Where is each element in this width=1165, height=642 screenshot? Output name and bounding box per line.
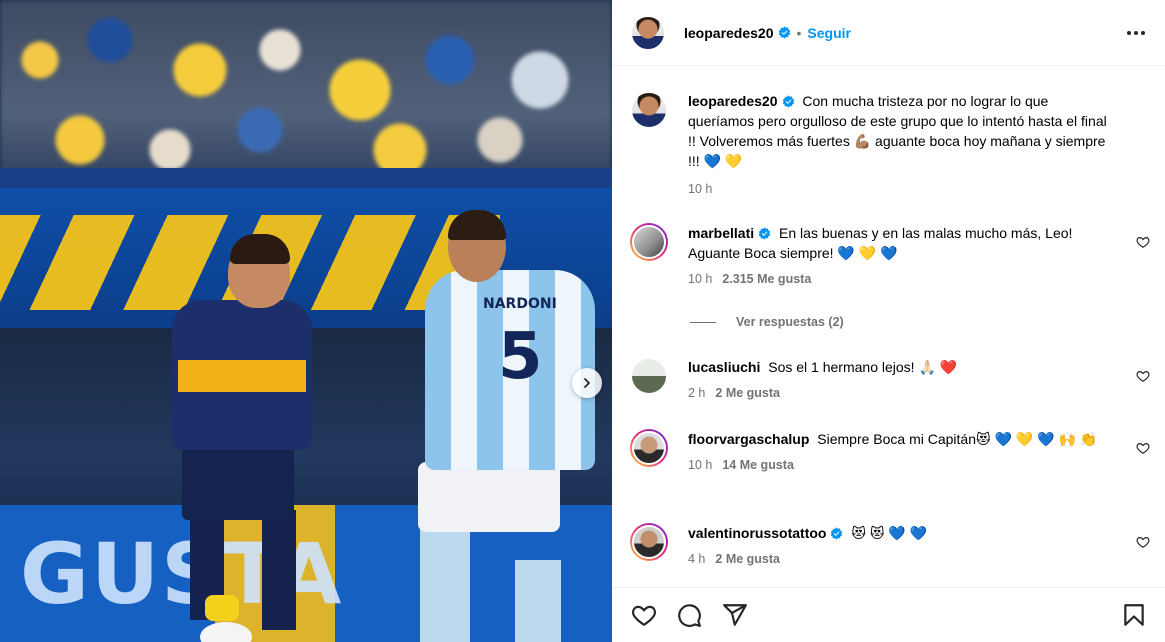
comment-row: lucasliuchi Sos el 1 hermano lejos! 🙏🏻 ❤… [630, 357, 1150, 403]
player2-number: 5 [498, 320, 543, 394]
heart-icon[interactable] [1136, 535, 1150, 549]
comment-likes[interactable]: 2 Me gusta [715, 552, 780, 566]
caption-time: 10 h [688, 182, 713, 196]
author-avatar[interactable] [630, 14, 666, 51]
separator-dot: • [796, 24, 802, 41]
comment-content: marbellati En las buenas y en las malas … [688, 223, 1118, 289]
player1-leg [262, 510, 296, 630]
commenter-avatar[interactable] [630, 523, 668, 561]
commenter-avatar[interactable] [630, 429, 668, 467]
more-options-icon [1127, 31, 1145, 35]
comment-row: floorvargaschalup Siempre Boca mi Capitá… [630, 429, 1150, 475]
comment-meta: 10 h 2.315 Me gusta [688, 269, 1118, 289]
comment-text: 😻 😻 💙 💙 [851, 525, 928, 541]
comment-likes[interactable]: 14 Me gusta [722, 458, 794, 472]
comment-row: marbellati En las buenas y en las malas … [630, 223, 1150, 289]
heart-icon[interactable] [1136, 441, 1150, 455]
comment-time: 10 h [688, 458, 713, 472]
player1-boot [205, 595, 239, 621]
post-header: leoparedes20 • Seguir [612, 0, 1165, 66]
heart-icon[interactable] [1136, 369, 1150, 383]
player1-shorts [182, 440, 294, 520]
next-photo-button[interactable] [572, 368, 602, 398]
caption-content: leoparedes20 Con mucha tristeza por no l… [688, 91, 1118, 199]
verified-badge-icon [782, 95, 794, 108]
stadium-rail [0, 168, 612, 188]
comment-meta: 2 h 2 Me gusta [688, 383, 1118, 403]
verified-badge-icon [758, 227, 771, 240]
commenter-avatar[interactable] [630, 223, 668, 261]
comment-content: floorvargaschalup Siempre Boca mi Capitá… [688, 429, 1118, 475]
comment-username[interactable]: marbellati [688, 225, 754, 241]
comment-meta: 4 h 2 Me gusta [688, 549, 1118, 569]
comment-likes[interactable]: 2 Me gusta [715, 386, 780, 400]
comment-icon[interactable] [676, 602, 702, 628]
commenter-avatar[interactable] [630, 357, 668, 395]
heart-icon[interactable] [1136, 235, 1150, 249]
player1-jersey-band [178, 360, 306, 392]
view-replies-button[interactable]: Ver respuestas (2) [690, 315, 844, 329]
caption-row: leoparedes20 Con mucha tristeza por no l… [630, 91, 1150, 199]
comment-username[interactable]: valentinorussotattoo [688, 525, 826, 541]
comment-time: 2 h [688, 386, 706, 400]
player2-name: NARDONI [483, 296, 557, 312]
comment-text: Siempre Boca mi Capitán😻 💙 💛 💙 🙌 👏 [817, 431, 1098, 447]
more-options-button[interactable] [1125, 22, 1147, 44]
post-actions-bar [612, 587, 1165, 642]
crowd-background [0, 0, 612, 190]
author-username[interactable]: leoparedes20 [684, 25, 774, 41]
player2-leg [515, 560, 561, 642]
share-icon[interactable] [722, 602, 748, 628]
comment-content: valentinorussotattoo 😻 😻 💙 💙 4 h 2 Me gus… [688, 523, 1118, 569]
verified-badge-icon [831, 527, 843, 540]
view-replies-label: Ver respuestas (2) [736, 315, 844, 329]
heart-icon[interactable] [631, 602, 657, 628]
comment-time: 10 h [688, 272, 713, 286]
bookmark-icon[interactable] [1121, 602, 1147, 628]
player2-shorts [418, 462, 560, 532]
comment-text: Sos el 1 hermano lejos! 🙏🏻 ❤️ [768, 359, 958, 375]
verified-badge-icon [778, 26, 790, 39]
replies-line [690, 321, 716, 323]
chevron-right-icon [584, 378, 590, 388]
post-sidebar: leoparedes20 • Seguir leoparedes20 Con m… [612, 0, 1165, 642]
player2-leg [420, 530, 470, 642]
comment-row: valentinorussotattoo 😻 😻 💙 💙 4 h 2 Me gus… [630, 523, 1150, 569]
comment-likes[interactable]: 2.315 Me gusta [722, 272, 811, 286]
comments-list[interactable]: leoparedes20 Con mucha tristeza por no l… [612, 67, 1165, 587]
caption-username[interactable]: leoparedes20 [688, 93, 778, 109]
author-avatar[interactable] [630, 91, 668, 129]
comment-content: lucasliuchi Sos el 1 hermano lejos! 🙏🏻 ❤… [688, 357, 1118, 403]
post-photo[interactable]: GUSTA NARDONI 5 [0, 0, 612, 642]
follow-button[interactable]: Seguir [807, 25, 851, 41]
comment-username[interactable]: floorvargaschalup [688, 431, 809, 447]
comment-meta: 10 h 14 Me gusta [688, 455, 1118, 475]
comment-username[interactable]: lucasliuchi [688, 359, 760, 375]
comment-time: 4 h [688, 552, 706, 566]
